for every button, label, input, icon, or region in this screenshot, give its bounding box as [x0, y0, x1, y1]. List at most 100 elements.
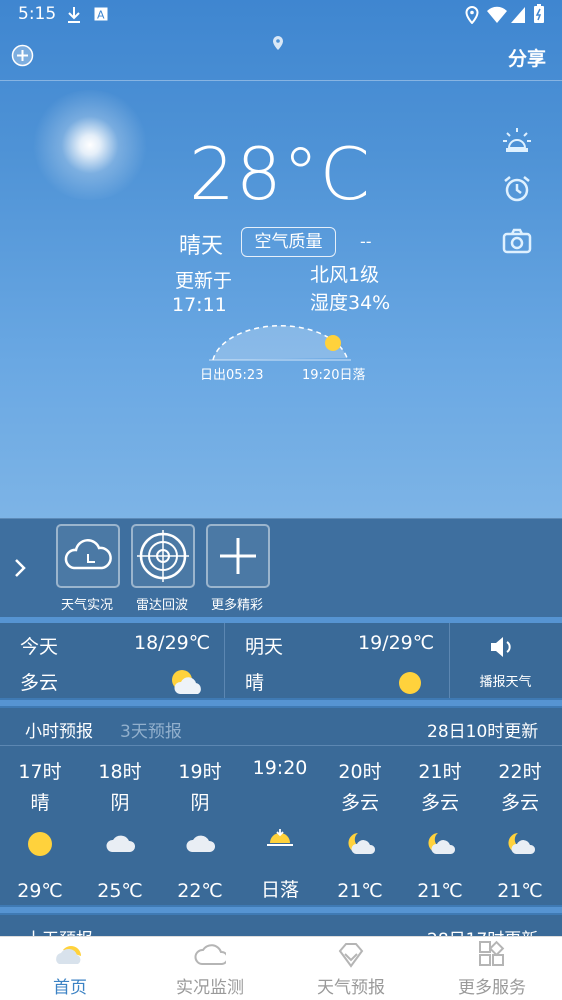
cloud-icon	[106, 835, 136, 852]
alarm-clock-icon[interactable]	[502, 174, 532, 204]
hour-condition: 阴	[190, 792, 210, 814]
moon-cloud-icon	[348, 833, 376, 854]
hour-temp: 22℃	[177, 880, 223, 902]
hour-condition	[240, 783, 320, 807]
speaker-icon	[491, 637, 511, 657]
air-quality-button[interactable]: 空气质量	[241, 227, 336, 257]
hour-time: 20时	[338, 761, 382, 783]
share-button[interactable]: 分享	[508, 44, 546, 71]
sun-glow-icon	[30, 90, 150, 200]
divider	[224, 623, 225, 698]
today-range: 18/29℃	[134, 632, 211, 654]
feature-label-more: 更多精彩	[210, 598, 263, 613]
nav-label: 天气预报	[317, 978, 385, 998]
signal-icon	[511, 7, 525, 23]
hour-condition: 多云	[500, 792, 539, 814]
broadcast-label: 播报天气	[479, 675, 532, 690]
moon-cloud-icon	[508, 833, 536, 854]
hour-temp: 21℃	[417, 880, 463, 902]
sun-icon	[28, 832, 52, 856]
sunrise-label: 日出05:23	[200, 368, 264, 383]
nav-live-monitor[interactable]: 实况监测	[140, 937, 280, 1000]
location-icon	[273, 36, 283, 50]
hour-temp: 日落	[260, 879, 299, 901]
svg-text:A: A	[97, 9, 105, 22]
status-time: 5:15	[18, 4, 57, 24]
tenday-forecast: 十天预报 28日17时更新	[0, 915, 562, 937]
location-pin-icon	[465, 6, 479, 24]
camera-icon[interactable]	[502, 226, 532, 256]
feature-label-radar: 雷达回波	[135, 598, 188, 613]
cloud-clock-icon	[64, 539, 112, 570]
separator-band	[0, 700, 562, 706]
sun-arc	[209, 325, 351, 361]
hour-time: 17时	[18, 761, 62, 783]
hour-temp: 25℃	[97, 880, 143, 902]
nav-forecast[interactable]: 天气预报	[281, 937, 421, 1000]
chevron-right-icon[interactable]	[12, 558, 28, 578]
hour-temp: 21℃	[497, 880, 543, 902]
humidity-info: 湿度34%	[310, 292, 391, 314]
hour-temp: 29℃	[17, 880, 63, 902]
hour-column: 20时 多云 21℃	[320, 757, 400, 902]
home-weather-icon	[56, 946, 81, 964]
hourly-update-note: 28日10时更新	[427, 722, 539, 742]
tab-3day[interactable]: 3天预报	[120, 717, 182, 742]
hour-column: 17时 晴 29℃	[0, 757, 80, 902]
hour-column: 19:20 日落	[240, 757, 320, 902]
tomorrow-label: 明天	[245, 636, 284, 658]
feature-tile-weather-live[interactable]	[56, 524, 120, 588]
hour-time: 18时	[98, 761, 142, 783]
wind-info: 北风1级	[310, 264, 380, 286]
add-city-icon[interactable]	[11, 44, 34, 67]
hour-temp: 21℃	[337, 880, 383, 902]
hour-time: 19:20	[252, 757, 308, 779]
nav-more-services[interactable]: 更多服务	[422, 937, 562, 1000]
hour-time: 21时	[418, 761, 462, 783]
update-prefix: 更新于	[175, 270, 233, 292]
hour-column: 21时 多云 21℃	[400, 757, 480, 902]
cloud-icon	[186, 835, 216, 852]
nav-label: 更多服务	[458, 978, 526, 998]
tomorrow-range: 19/29℃	[358, 632, 435, 654]
nav-home[interactable]: 首页	[0, 937, 140, 1000]
aqi-value: --	[360, 232, 372, 251]
update-time: 17:11	[172, 294, 227, 316]
hour-column: 19时 阴 22℃	[160, 757, 240, 902]
broadcast-weather-button[interactable]: 播报天气	[449, 623, 562, 698]
sky-background	[0, 0, 562, 520]
bottom-nav: 首页 实况监测 天气预报 更多服务	[0, 936, 562, 1000]
feature-label-weather-live: 天气实况	[60, 598, 113, 613]
sunset-label: 19:20日落	[302, 368, 366, 383]
moon-cloud-icon	[428, 833, 456, 854]
sunset-icon	[267, 829, 293, 846]
sun-icon	[399, 672, 421, 694]
today-label: 今天	[20, 636, 59, 658]
divider	[0, 80, 562, 81]
feature-tile-more[interactable]	[206, 524, 270, 588]
hour-column: 18时 阴 25℃	[80, 757, 160, 902]
hour-time: 19时	[178, 761, 222, 783]
nav-label: 实况监测	[176, 978, 244, 998]
tab-hourly[interactable]: 小时预报	[25, 717, 93, 742]
divider	[0, 745, 562, 746]
feature-tile-radar[interactable]	[131, 524, 195, 588]
hour-column: 22时 多云 21℃	[480, 757, 560, 902]
hour-condition: 多云	[340, 792, 379, 814]
plus-icon	[220, 538, 256, 574]
hour-condition: 阴	[110, 792, 130, 814]
hour-condition: 晴	[30, 792, 50, 814]
grid-icon	[479, 940, 505, 966]
wifi-icon	[487, 6, 507, 23]
status-bar: 5:15 A	[0, 0, 562, 30]
tomorrow-condition: 晴	[245, 672, 265, 694]
app-a-icon: A	[94, 7, 108, 21]
hour-condition: 多云	[420, 792, 459, 814]
alarm-light-icon[interactable]	[502, 126, 532, 156]
download-icon	[68, 7, 80, 23]
nav-label: 首页	[53, 978, 87, 998]
radar-icon	[137, 530, 189, 582]
hour-time: 22时	[498, 761, 542, 783]
separator-band	[0, 907, 562, 913]
battery-icon	[534, 4, 544, 23]
